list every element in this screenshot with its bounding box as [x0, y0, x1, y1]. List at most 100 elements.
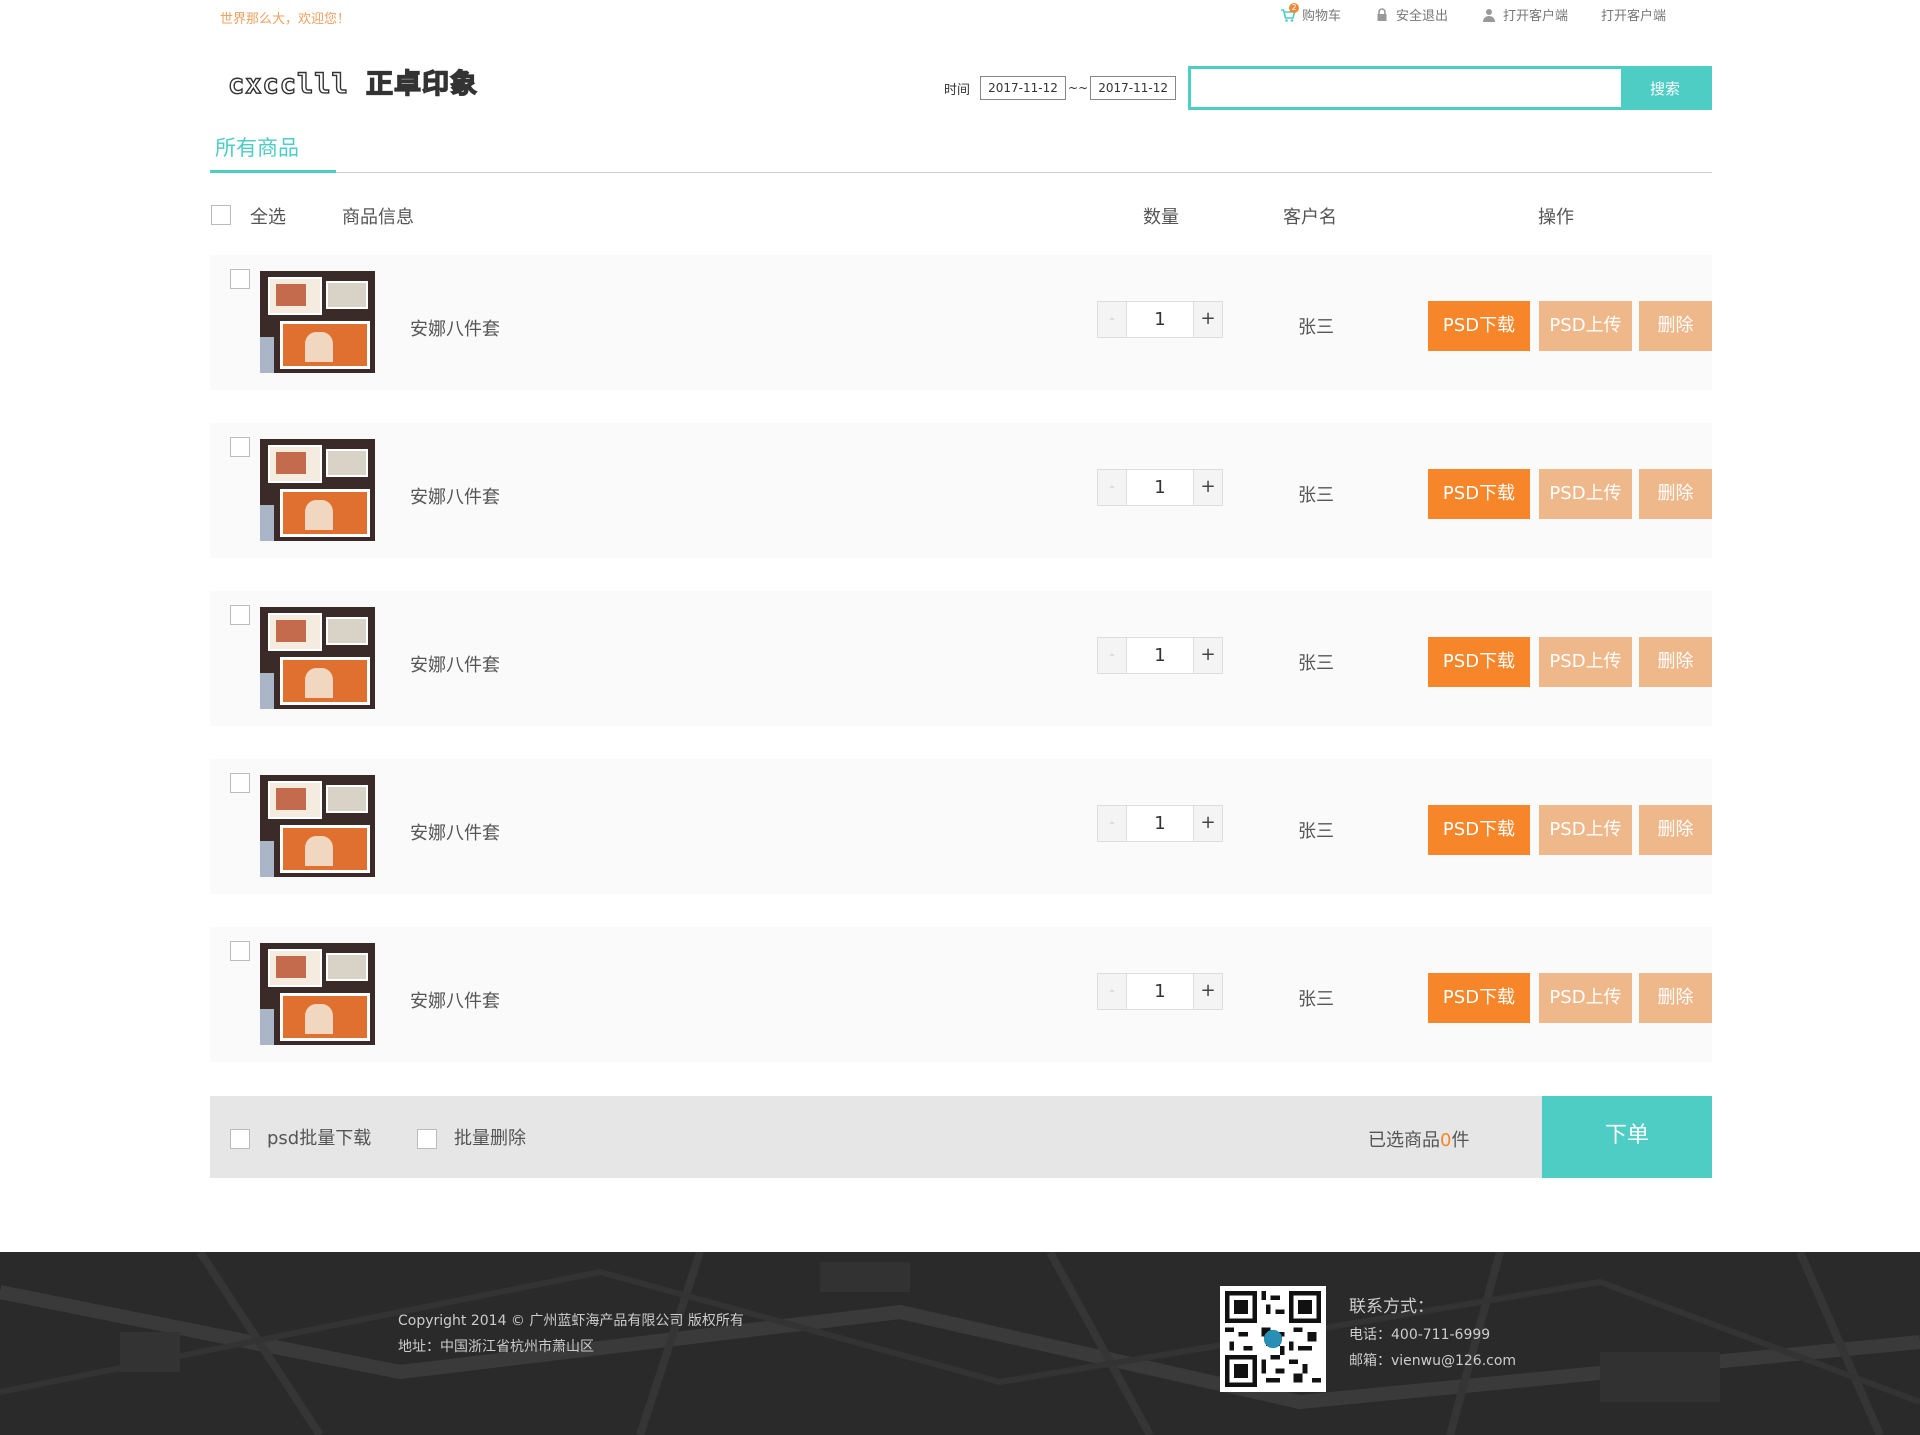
qty-minus-button[interactable]: -: [1097, 637, 1127, 674]
map-background: [0, 1252, 1920, 1435]
product-thumbnail[interactable]: [260, 943, 375, 1045]
psd-download-button[interactable]: PSD下载: [1428, 973, 1530, 1023]
logout-label: 安全退出: [1396, 9, 1449, 24]
table-row: 安娜八件套 - 1 + 张三 PSD下载 PSD上传 删除: [210, 759, 1712, 894]
date-to-input[interactable]: [1090, 76, 1177, 100]
psd-upload-button[interactable]: PSD上传: [1539, 637, 1632, 687]
address-text: 地址：中国浙江省杭州市萧山区: [398, 1339, 594, 1355]
product-name[interactable]: 安娜八件套: [410, 987, 500, 1013]
table-row: 安娜八件套 - 1 + 张三 PSD下载 PSD上传 删除: [210, 927, 1712, 1062]
delete-button[interactable]: 删除: [1639, 805, 1712, 855]
product-name[interactable]: 安娜八件套: [410, 315, 500, 341]
selected-number: 0: [1440, 1130, 1452, 1151]
delete-button[interactable]: 删除: [1639, 973, 1712, 1023]
row-checkbox[interactable]: [230, 605, 250, 625]
select-all-checkbox[interactable]: [211, 205, 231, 225]
qr-code: [1220, 1286, 1326, 1392]
contact-email[interactable]: 邮箱：vienwu@126.com: [1349, 1348, 1516, 1374]
contact-block: 联系方式： 电话：400-711-6999 邮箱：vienwu@126.com: [1349, 1292, 1516, 1374]
product-thumbnail[interactable]: [260, 607, 375, 709]
date-range: 时间 ~~: [944, 76, 1177, 100]
page-footer: Copyright 2014 © 广州蓝虾海产品有限公司 版权所有 地址：中国浙…: [0, 1252, 1920, 1435]
qty-plus-button[interactable]: +: [1193, 973, 1223, 1010]
customer-name: 张三: [1298, 317, 1334, 338]
column-header-ops: 操作: [1538, 207, 1574, 228]
cart-link[interactable]: 2 购物车: [1280, 2, 1341, 24]
copyright-text: Copyright 2014 © 广州蓝虾海产品有限公司 版权所有: [398, 1313, 744, 1329]
psd-upload-button[interactable]: PSD上传: [1539, 805, 1632, 855]
welcome-text: 世界那么大，欢迎您！: [220, 12, 351, 27]
page: 世界那么大，欢迎您！ 2 购物车 安全退出 打开客户端 打开客户端 cxccll…: [0, 0, 1920, 1435]
qty-input[interactable]: 1: [1127, 637, 1193, 674]
batch-delete-label[interactable]: 批量删除: [454, 1124, 526, 1150]
open-client-link-2[interactable]: 打开客户端: [1601, 5, 1666, 24]
customer-name: 张三: [1298, 653, 1334, 674]
tab-divider: [210, 172, 1712, 173]
product-name[interactable]: 安娜八件套: [410, 483, 500, 509]
row-checkbox[interactable]: [230, 941, 250, 961]
psd-download-button[interactable]: PSD下载: [1428, 637, 1530, 687]
tab-all-products[interactable]: 所有商品: [210, 132, 336, 173]
qty-plus-button[interactable]: +: [1193, 637, 1223, 674]
customer-name: 张三: [1298, 485, 1334, 506]
selected-count: 已选商品0件: [1368, 1126, 1469, 1152]
batch-delete-checkbox[interactable]: [417, 1129, 437, 1149]
open-client-link[interactable]: 打开客户端: [1481, 5, 1568, 24]
customer-name: 张三: [1298, 989, 1334, 1010]
selected-prefix: 已选商品: [1368, 1130, 1440, 1151]
qty-input[interactable]: 1: [1127, 805, 1193, 842]
psd-download-button[interactable]: PSD下载: [1428, 301, 1530, 351]
place-order-button[interactable]: 下单: [1542, 1096, 1712, 1178]
qty-minus-button[interactable]: -: [1097, 301, 1127, 338]
product-name[interactable]: 安娜八件套: [410, 651, 500, 677]
product-thumbnail[interactable]: [260, 271, 375, 373]
product-thumbnail[interactable]: [260, 775, 375, 877]
logo[interactable]: cxcclll 正卓印象: [227, 62, 478, 101]
customer-name: 张三: [1298, 821, 1334, 842]
logout-link[interactable]: 安全退出: [1374, 5, 1448, 24]
psd-download-button[interactable]: PSD下载: [1428, 469, 1530, 519]
cart-icon: 2: [1280, 2, 1299, 23]
delete-button[interactable]: 删除: [1639, 637, 1712, 687]
search-box: 搜索: [1188, 66, 1712, 110]
psd-upload-button[interactable]: PSD上传: [1539, 973, 1632, 1023]
date-separator: ~~: [1068, 81, 1089, 95]
row-checkbox[interactable]: [230, 773, 250, 793]
contact-title: 联系方式：: [1349, 1297, 1434, 1317]
qty-plus-button[interactable]: +: [1193, 805, 1223, 842]
qty-plus-button[interactable]: +: [1193, 301, 1223, 338]
search-input[interactable]: [1191, 69, 1621, 107]
product-thumbnail[interactable]: [260, 439, 375, 541]
qty-input[interactable]: 1: [1127, 973, 1193, 1010]
lock-icon: [1374, 7, 1390, 23]
quantity-stepper: - 1 +: [1097, 469, 1223, 506]
select-all-label: 全选: [250, 207, 286, 228]
qty-plus-button[interactable]: +: [1193, 469, 1223, 506]
row-checkbox[interactable]: [230, 269, 250, 289]
psd-upload-button[interactable]: PSD上传: [1539, 301, 1632, 351]
delete-button[interactable]: 删除: [1639, 301, 1712, 351]
qty-minus-button[interactable]: -: [1097, 973, 1127, 1010]
column-header-info: 商品信息: [342, 207, 414, 228]
batch-download-checkbox[interactable]: [230, 1129, 250, 1149]
search-button[interactable]: 搜索: [1621, 69, 1709, 107]
top-bar: 世界那么大，欢迎您！ 2 购物车 安全退出 打开客户端 打开客户端: [0, 0, 1920, 32]
time-label: 时间: [944, 82, 971, 98]
qty-input[interactable]: 1: [1127, 469, 1193, 506]
delete-button[interactable]: 删除: [1639, 469, 1712, 519]
qty-input[interactable]: 1: [1127, 301, 1193, 338]
row-checkbox[interactable]: [230, 437, 250, 457]
batch-action-bar: psd批量下载 批量删除 已选商品0件 下单: [210, 1096, 1712, 1178]
cart-badge: 2: [1289, 2, 1299, 13]
table-header: 全选 商品信息 数量 客户名 操作: [210, 200, 1712, 230]
open-client-label-2: 打开客户端: [1601, 9, 1667, 24]
column-header-qty: 数量: [1143, 207, 1179, 228]
qty-minus-button[interactable]: -: [1097, 805, 1127, 842]
open-client-label: 打开客户端: [1503, 9, 1569, 24]
batch-download-label[interactable]: psd批量下载: [267, 1124, 371, 1150]
qty-minus-button[interactable]: -: [1097, 469, 1127, 506]
psd-upload-button[interactable]: PSD上传: [1539, 469, 1632, 519]
date-from-input[interactable]: [980, 76, 1067, 100]
psd-download-button[interactable]: PSD下载: [1428, 805, 1530, 855]
product-name[interactable]: 安娜八件套: [410, 819, 500, 845]
